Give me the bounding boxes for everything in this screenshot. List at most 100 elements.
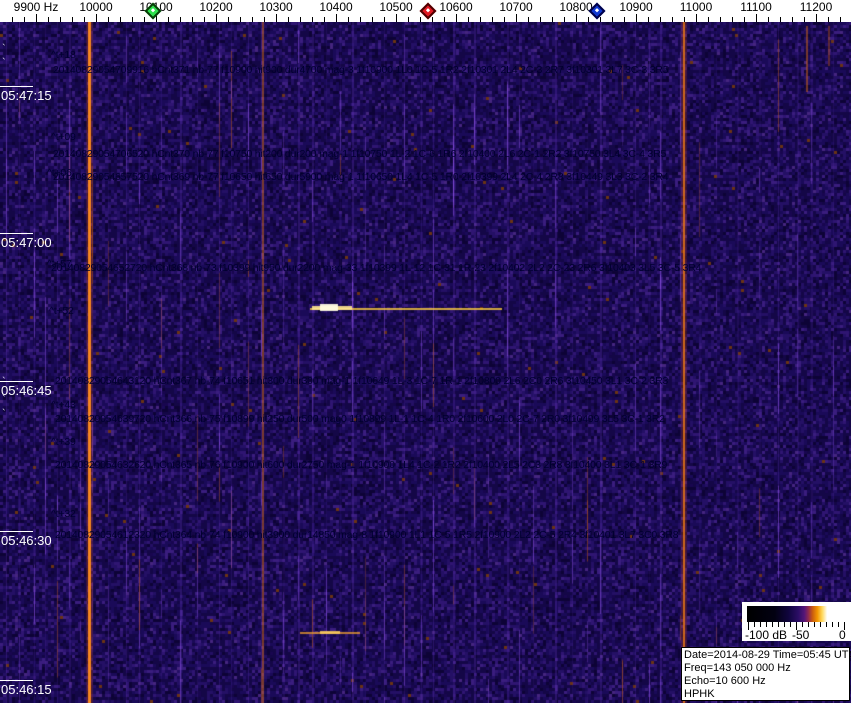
- detection-log-line: 20140829054706520 hCnt370 nb-77 f10750 h…: [53, 148, 667, 160]
- freq-label: 10800: [559, 0, 593, 14]
- freq-label: 11200: [799, 0, 833, 14]
- freq-tick: [312, 17, 313, 22]
- freq-tick: [672, 17, 673, 22]
- freq-tick: [144, 17, 145, 22]
- left-minor-tick: `: [2, 57, 6, 69]
- time-tick: [0, 680, 33, 681]
- info-line: Freq=143 050 000 Hz: [684, 662, 791, 674]
- freq-tick: [492, 17, 493, 22]
- left-minor-tick: `: [2, 536, 6, 548]
- freq-tick: [804, 17, 805, 22]
- freq-tick: [456, 14, 457, 22]
- freq-tick: [384, 17, 385, 22]
- freq-marker-green-center-dot: [150, 8, 156, 13]
- db-tick: [754, 622, 755, 627]
- time-label: 05:46:15: [1, 682, 52, 697]
- freq-label: 10200: [199, 0, 233, 14]
- freq-tick: [132, 17, 133, 22]
- time-tick: [0, 86, 33, 87]
- freq-tick: [708, 17, 709, 22]
- detection-log-line: 20140829054709916 hCnt371 nb-77 f10900 h…: [53, 64, 669, 76]
- freq-tick: [96, 14, 97, 22]
- db-label: 0: [839, 628, 846, 642]
- freq-tick: [216, 14, 217, 22]
- freq-tick: [636, 14, 637, 22]
- freq-tick: [660, 17, 661, 22]
- freq-tick: [300, 17, 301, 22]
- freq-tick: [372, 17, 373, 22]
- freq-tick: [204, 17, 205, 22]
- freq-tick: [228, 17, 229, 22]
- freq-tick: [288, 17, 289, 22]
- detection-marker: ^t+43: [51, 399, 76, 411]
- freq-tick: [768, 17, 769, 22]
- time-tick: [0, 233, 33, 234]
- left-minor-tick: `: [2, 408, 6, 420]
- detection-log-line: 20140829054643120 hCnt367 nb-74 f10651 h…: [55, 375, 669, 387]
- freq-tick: [36, 14, 37, 22]
- freq-tick: [600, 17, 601, 22]
- freq-tick: [324, 17, 325, 22]
- info-line: Date=2014-08-29 Time=05:45 UTC: [684, 649, 851, 661]
- freq-tick: [84, 17, 85, 22]
- freq-label: 10000: [79, 0, 113, 14]
- freq-tick: [744, 17, 745, 22]
- freq-label: 10700: [499, 0, 533, 14]
- freq-tick: [648, 17, 649, 22]
- detection-log-line: 20140829054612320 hCnt364 nb-74 f10900 h…: [55, 529, 679, 541]
- db-tick: [814, 622, 815, 627]
- freq-tick: [816, 14, 817, 22]
- db-label: -100 dB: [745, 628, 788, 642]
- info-line: HPHK: [684, 688, 715, 700]
- freq-marker-red[interactable]: [419, 2, 437, 20]
- left-minor-tick: `: [2, 43, 6, 55]
- spectrogram-panel: 05:47:15 05:47:00 05:46:45 05:46:30 05:46:15…: [0, 22, 851, 703]
- freq-tick: [252, 17, 253, 22]
- db-tick: [772, 622, 773, 627]
- freq-tick: [468, 17, 469, 22]
- detection-marker: ^t+09: [51, 131, 76, 143]
- db-tick: [760, 622, 761, 627]
- time-label: 05:47:15: [1, 88, 52, 103]
- info-box: Date=2014-08-29 Time=05:45 UTC Freq=143 0…: [681, 647, 851, 701]
- db-tick: [838, 622, 839, 627]
- freq-tick: [24, 17, 25, 22]
- detection-marker: ^t+39: [51, 436, 76, 448]
- db-tick: [784, 622, 785, 627]
- spectrogram-canvas[interactable]: [0, 22, 851, 703]
- freq-tick: [732, 17, 733, 22]
- freq-tick: [528, 17, 529, 22]
- detection-log-line: 20140829054657520 hCnt369 nb-77 f10650 h…: [53, 171, 669, 183]
- freq-marker-blue-center-dot: [594, 8, 600, 13]
- freq-tick: [276, 14, 277, 22]
- freq-tick: [108, 17, 109, 22]
- freq-label: 10400: [319, 0, 353, 14]
- freq-label: 9900 Hz: [13, 0, 59, 14]
- freq-tick: [540, 17, 541, 22]
- detection-marker: ^t+18: [51, 49, 76, 61]
- detection-marker: ^t+32: [51, 508, 76, 520]
- freq-tick: [444, 17, 445, 22]
- freq-tick: [480, 17, 481, 22]
- db-tick: [778, 622, 779, 627]
- freq-tick: [336, 14, 337, 22]
- freq-tick: [756, 14, 757, 22]
- db-gradient-bar: [747, 606, 846, 622]
- left-minor-tick: `: [2, 394, 6, 406]
- freq-label: 10900: [619, 0, 653, 14]
- freq-tick: [120, 17, 121, 22]
- freq-label: 10500: [379, 0, 413, 14]
- db-tick: [832, 622, 833, 627]
- freq-tick: [564, 17, 565, 22]
- freq-tick: [780, 17, 781, 22]
- freq-tick: [504, 17, 505, 22]
- freq-label: 10300: [259, 0, 293, 14]
- db-scale: -100 dB -50 0: [742, 602, 851, 642]
- freq-tick: [348, 17, 349, 22]
- db-tick: [826, 622, 827, 627]
- freq-tick: [720, 17, 721, 22]
- frequency-ruler: 9900 Hz100001010010200103001040010500106…: [0, 0, 851, 22]
- detection-marker: ^t+52: [49, 305, 74, 317]
- left-minor-tick: `: [2, 376, 6, 388]
- freq-tick: [48, 17, 49, 22]
